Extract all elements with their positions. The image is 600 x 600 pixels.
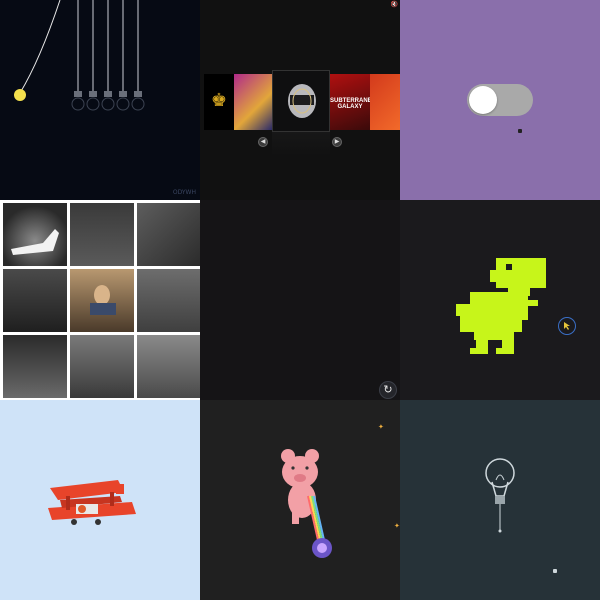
pig-demo: ✦ ✦ (200, 400, 400, 600)
next-button[interactable]: ▶ (332, 137, 342, 147)
plane-demo (0, 400, 200, 600)
toggle-switch[interactable] (467, 84, 533, 116)
album-cover[interactable] (234, 74, 272, 130)
credit-text: ODYWH (172, 189, 196, 196)
pendulum-demo[interactable]: ODYWH (0, 0, 200, 200)
plane-icon (48, 480, 136, 525)
lightbulb-icon (485, 458, 515, 533)
demo-grid: ODYWH 🔇 ♚ SUBTERRANEAN GALAXY ◀ ▶ (0, 0, 600, 600)
click-indicator-icon (558, 317, 576, 335)
toggle-demo (400, 0, 600, 200)
flying-pig-icon (281, 449, 332, 558)
photo-tile[interactable] (3, 203, 67, 266)
photo-tile[interactable] (70, 335, 134, 398)
photo-tile[interactable] (3, 269, 67, 332)
album-cover-selected[interactable] (272, 70, 330, 132)
mouse-cursor-icon (553, 569, 557, 573)
album-cover[interactable]: ♚ (204, 74, 234, 130)
mute-icon[interactable]: 🔇 (391, 1, 398, 8)
prev-button[interactable]: ◀ (258, 137, 268, 147)
photo-tile[interactable] (3, 335, 67, 398)
photo-tile[interactable] (70, 203, 134, 266)
photo-tile[interactable] (70, 269, 134, 332)
svg-text:♚: ♚ (211, 90, 227, 110)
album-cover[interactable] (370, 74, 400, 130)
pendulum-graphic (14, 0, 145, 111)
reload-button[interactable]: ↻ (379, 381, 397, 399)
lit-bulb-icon (14, 89, 26, 101)
blank-demo: ↻ (200, 200, 400, 400)
dino-icon (456, 258, 546, 354)
photo-grid-demo (0, 200, 200, 400)
lightbulb-demo (400, 400, 600, 600)
photo-tile[interactable] (137, 269, 200, 332)
dino-demo (400, 200, 600, 400)
mouse-cursor-icon (518, 129, 522, 133)
photo-tile[interactable] (137, 203, 200, 266)
cover-reflection (272, 132, 330, 156)
album-cover[interactable]: SUBTERRANEAN GALAXY (330, 74, 370, 130)
photo-tile[interactable] (137, 335, 200, 398)
toggle-knob[interactable] (469, 86, 497, 114)
coverflow-demo[interactable]: 🔇 ♚ SUBTERRANEAN GALAXY ◀ ▶ (200, 0, 400, 200)
